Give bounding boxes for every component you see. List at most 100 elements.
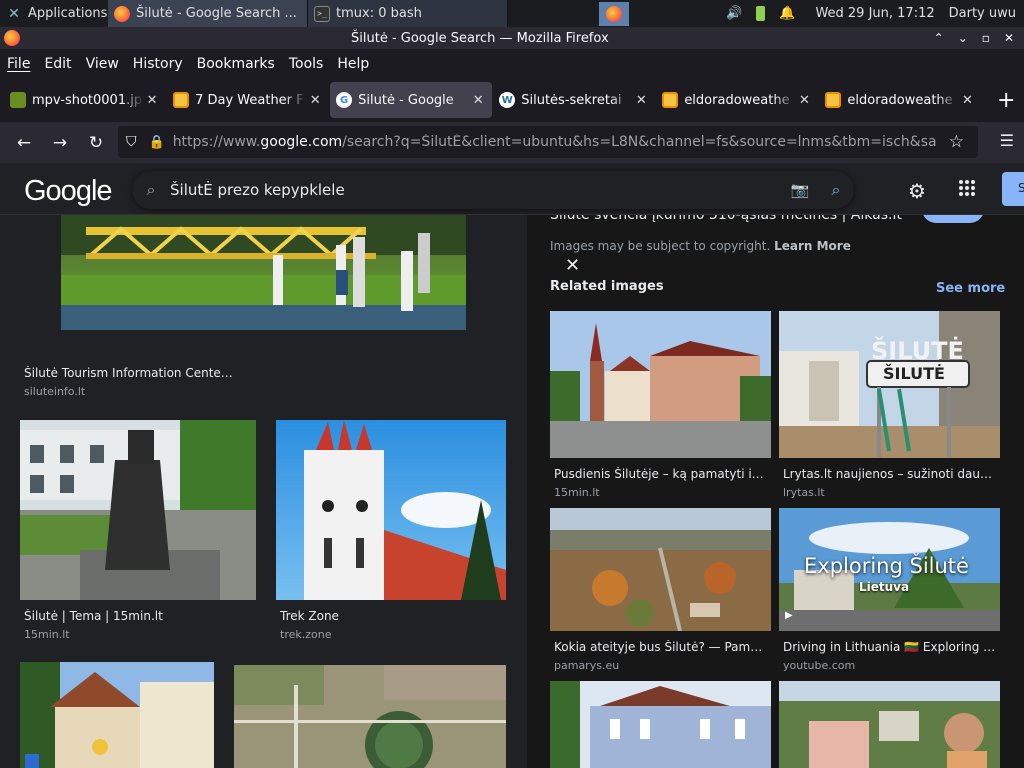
tab-label: 7 Day Weather F (195, 92, 304, 108)
related-thumbnail[interactable] (779, 681, 1000, 768)
result-title[interactable]: Šilutė Tourism Information Cente ... (24, 366, 234, 380)
bookmark-star-icon[interactable]: ☆ (949, 132, 964, 152)
user-name[interactable]: Darty uwu (949, 6, 1016, 21)
clock[interactable]: Wed 29 Jun, 17:12 (815, 6, 934, 21)
minimize-icon[interactable]: ⌄ (958, 31, 968, 45)
apps-grid-icon[interactable] (958, 179, 978, 197)
tab-weather[interactable]: 7 Day Weather F ✕ (167, 82, 329, 118)
tab-google-search[interactable]: G Šilutė - Google ✕ (330, 82, 493, 118)
taskbar-window-label: tmux: 0 bash (336, 6, 422, 21)
collapse-icon[interactable]: ⌃ (934, 31, 944, 45)
result-thumbnail[interactable] (20, 420, 256, 600)
result-thumbnail[interactable] (61, 215, 466, 330)
volume-icon[interactable]: 🔊 (726, 6, 742, 21)
aerial-town-photo (550, 508, 771, 631)
tab-close-icon[interactable]: ✕ (959, 93, 975, 108)
building-photo (20, 662, 214, 768)
related-source: youtube.com (783, 659, 856, 672)
url-text[interactable]: https://www.google.com/search?q=ŠilutĖ&c… (173, 134, 943, 150)
menu-tools[interactable]: Tools (289, 56, 324, 72)
tab-label: Šilutės-sekretai (521, 92, 622, 108)
menu-edit[interactable]: Edit (44, 56, 71, 72)
firefox-launcher[interactable] (599, 1, 630, 26)
menu-bar: File Edit View History Bookmarks Tools H… (0, 49, 1024, 78)
battery-icon[interactable] (756, 6, 766, 21)
camera-icon[interactable]: 📷 (782, 181, 818, 199)
url-bar[interactable]: ⛉ 🔒 https://www.google.com/search?q=Šilu… (118, 126, 978, 158)
play-icon[interactable]: ▶ (785, 610, 793, 621)
search-box[interactable]: ⌕ 📷 ⌕ (132, 171, 854, 209)
taskbar-window-label: Šilutė - Google Search ... (136, 6, 297, 21)
result-thumbnail[interactable] (234, 665, 506, 768)
back-button[interactable]: ← (6, 127, 42, 159)
result-thumbnail[interactable] (276, 420, 506, 600)
taskbar-window-tmux[interactable]: >_ tmux: 0 bash (308, 0, 508, 27)
aerial-city-photo (779, 681, 1000, 768)
settings-gear-icon[interactable]: ⚙ (908, 179, 926, 203)
tab-mpv-shot[interactable]: mpv-shot0001.jp ✕ (4, 82, 166, 118)
menu-help[interactable]: Help (337, 56, 369, 72)
tab-close-icon[interactable]: ✕ (470, 93, 486, 108)
result-title[interactable]: Šilutė | Tema | 15min.lt (24, 609, 244, 623)
new-tab-button[interactable]: + (988, 88, 1024, 113)
search-button-icon[interactable]: ⌕ (818, 180, 854, 200)
aerial-map-photo (234, 665, 506, 768)
tab-silutes-sekretai[interactable]: W Šilutės-sekretai ✕ (493, 82, 655, 118)
visit-button[interactable] (922, 215, 984, 223)
menu-bookmarks[interactable]: Bookmarks (197, 56, 275, 72)
menu-history[interactable]: History (133, 56, 183, 72)
tab-close-icon[interactable]: ✕ (796, 93, 812, 108)
lock-icon[interactable]: 🔒 (149, 135, 165, 150)
tab-eldorado-2[interactable]: eldoradoweathe ✕ (819, 82, 981, 118)
firefox-icon (606, 5, 623, 22)
applications-label: Applications (28, 6, 108, 21)
preview-title[interactable]: Šilutė švencia įkūrimo 510-ąsias metines… (550, 215, 902, 223)
video-subtitle-overlay: Lietuva (859, 580, 910, 594)
hamburger-menu-icon[interactable]: ☰ (1000, 131, 1014, 150)
result-title[interactable]: Trek Zone (280, 609, 480, 623)
reload-button[interactable]: ↻ (78, 127, 114, 159)
tab-label: eldoradoweathe (684, 92, 790, 108)
xfce-icon: ✕ (8, 5, 20, 22)
search-input[interactable] (170, 181, 782, 199)
taskbar-window-firefox[interactable]: Šilutė - Google Search ... (108, 0, 308, 27)
learn-more-link[interactable]: Learn More (774, 239, 851, 253)
close-icon[interactable]: ✕ (1004, 31, 1014, 45)
sun-favicon-icon (825, 92, 842, 108)
image-results: Šilutė Tourism Information Cente ... sil… (0, 215, 527, 768)
related-thumbnail[interactable] (550, 508, 771, 631)
notification-bell-icon[interactable]: 🔔 (779, 6, 795, 21)
result-thumbnail[interactable] (20, 662, 214, 768)
related-thumbnail[interactable] (550, 311, 771, 458)
applications-menu[interactable]: ✕ Applications (0, 0, 108, 27)
tab-eldorado-1[interactable]: eldoradoweathe ✕ (656, 82, 818, 118)
forward-button[interactable]: → (42, 127, 78, 159)
tab-close-icon[interactable]: ✕ (633, 93, 649, 108)
tab-close-icon[interactable]: ✕ (144, 93, 160, 108)
copyright-notice: Images may be subject to copyright. Lear… (550, 239, 851, 253)
google-logo[interactable]: Google (24, 175, 113, 208)
menu-view[interactable]: View (86, 56, 119, 72)
related-title[interactable]: Driving in Lithuania 🇱🇹 Exploring Šilut.… (783, 640, 997, 654)
result-source: trek.zone (280, 628, 332, 641)
related-title[interactable]: Pusdienis Šilutėje – ką pamatyti ir ap..… (554, 467, 768, 481)
menu-file[interactable]: File (7, 56, 30, 72)
sun-favicon-icon (662, 92, 679, 108)
related-title[interactable]: Lrytas.lt naujienos – sužinoti daugiau! (783, 467, 997, 481)
sun-favicon-icon (173, 92, 190, 108)
related-thumbnail[interactable]: Exploring Šilutė Lietuva ▶ (779, 508, 1000, 631)
see-more-link[interactable]: See more (936, 281, 1005, 296)
firefox-icon (4, 30, 20, 46)
close-preview-icon[interactable]: ✕ (565, 255, 580, 276)
related-thumbnail[interactable]: ŠILUTĖ ŠILUTĖ (779, 311, 1000, 458)
tracking-shield-icon[interactable]: ⛉ (126, 134, 137, 150)
window-title: Šilutė - Google Search — Mozilla Firefox (351, 30, 609, 46)
street-photo (550, 311, 771, 458)
maximize-icon[interactable]: ▫ (982, 31, 990, 45)
tab-close-icon[interactable]: ✕ (307, 93, 323, 108)
related-thumbnail[interactable] (550, 681, 771, 768)
related-title[interactable]: Kokia ateityje bus Šilutė? — Pamarys (554, 640, 768, 654)
image-preview-panel: Šilutė švencia įkūrimo 510-ąsias metines… (527, 215, 1024, 768)
sign-in-button[interactable]: S (1002, 172, 1024, 206)
result-source: 15min.lt (24, 628, 70, 641)
